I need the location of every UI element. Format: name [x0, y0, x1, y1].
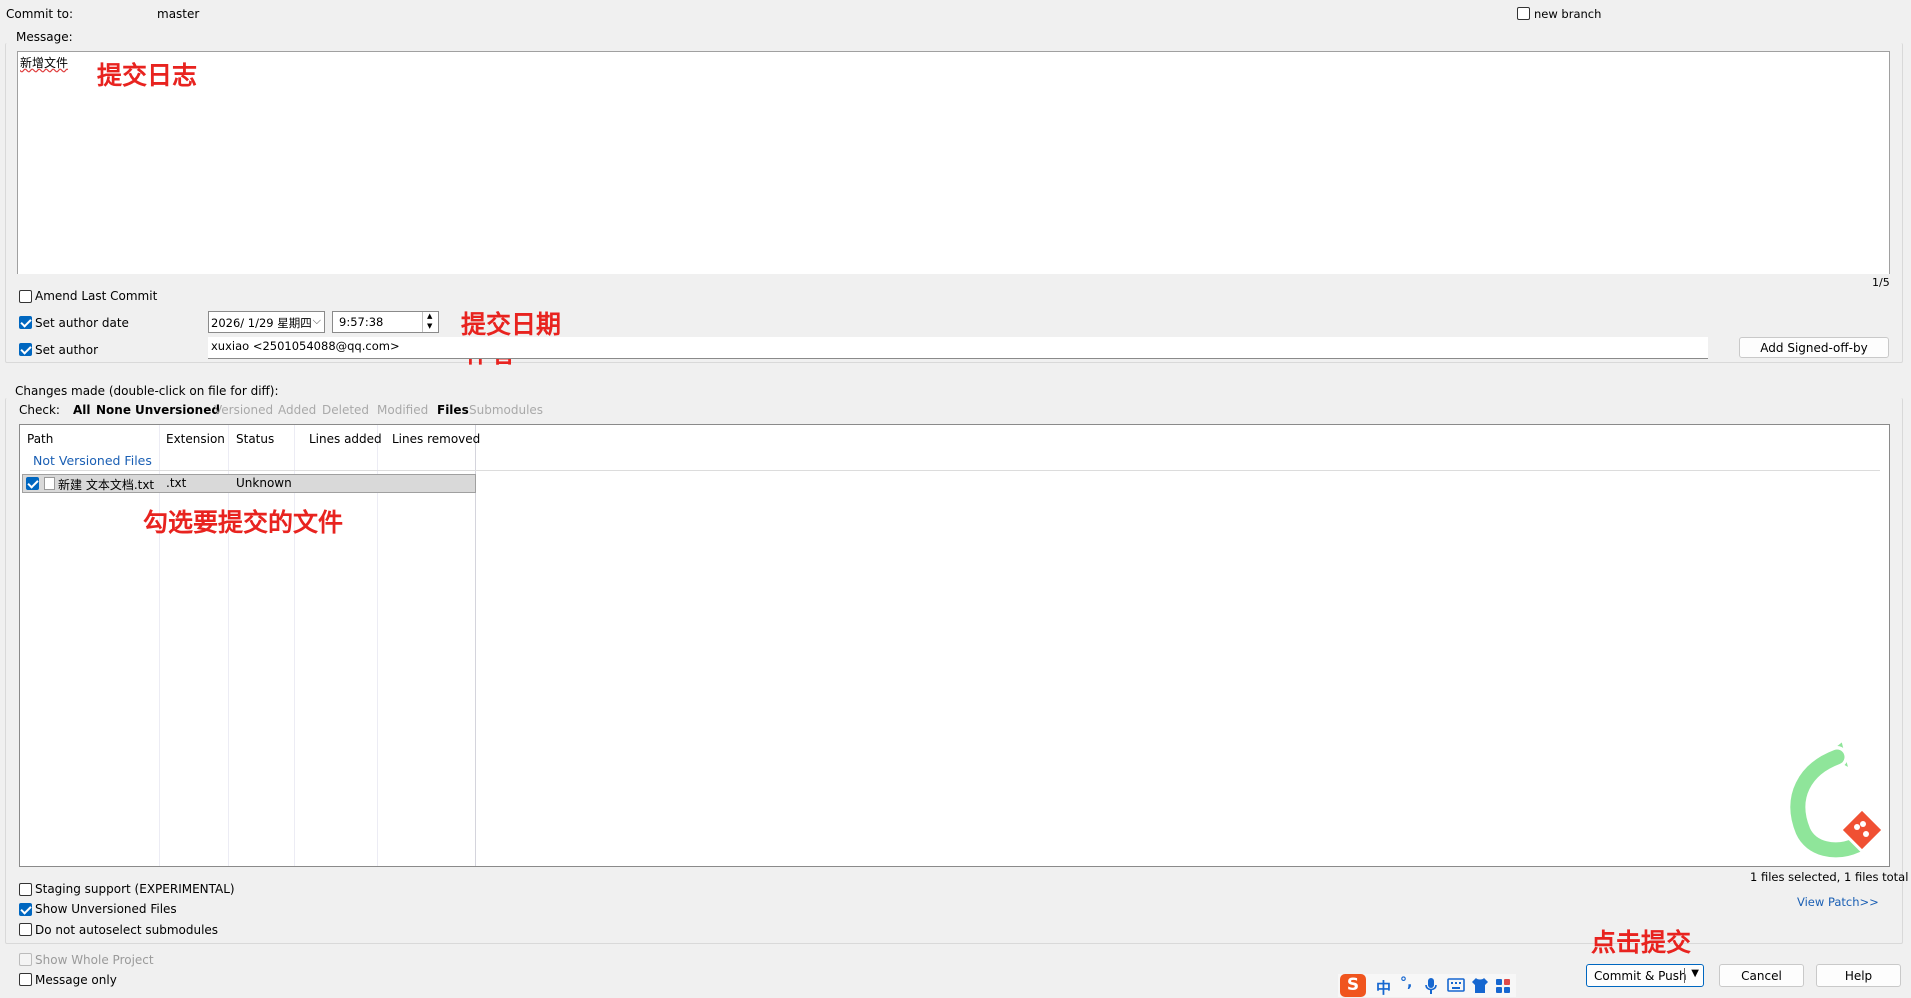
- spin-down-icon[interactable]: ▼: [427, 322, 432, 330]
- branch-name[interactable]: master: [157, 7, 199, 21]
- tortoisegit-logo-icon: [1786, 735, 1885, 861]
- staging-support-checkbox[interactable]: [19, 883, 32, 896]
- filter-submodules-link[interactable]: Submodules: [469, 403, 543, 417]
- filter-versioned-link[interactable]: Versioned: [214, 403, 273, 417]
- message-line-counter: 1/5: [1872, 276, 1890, 289]
- group-not-versioned-files[interactable]: Not Versioned Files: [33, 453, 152, 468]
- column-header-lines-added[interactable]: Lines added: [309, 432, 382, 446]
- keyboard-icon[interactable]: [1447, 978, 1465, 993]
- add-signed-off-by-button[interactable]: Add Signed-off-by: [1739, 337, 1889, 358]
- filter-files-link[interactable]: Files: [437, 403, 469, 417]
- staging-support-label: Staging support (EXPERIMENTAL): [35, 882, 235, 896]
- text-file-icon: [44, 477, 55, 490]
- file-path: 新建 文本文档.txt: [58, 478, 155, 492]
- commit-to-label: Commit to:: [6, 7, 74, 21]
- column-header-lines-removed[interactable]: Lines removed: [392, 432, 480, 446]
- skin-shirt-icon[interactable]: [1471, 977, 1489, 994]
- filter-added-link[interactable]: Added: [278, 403, 316, 417]
- time-spinner[interactable]: ▲ ▼: [422, 312, 438, 332]
- annotation-select-files: 勾选要提交的文件: [143, 508, 344, 537]
- message-only-label: Message only: [35, 973, 117, 987]
- author-time-input[interactable]: 9:57:38 ▲ ▼: [332, 311, 439, 333]
- selection-summary: 1 files selected, 1 files total: [1750, 870, 1909, 884]
- author-date-value: 2026/ 1/29 星期四: [211, 316, 312, 330]
- chevron-down-icon[interactable]: ⌵: [313, 314, 321, 328]
- new-branch-checkbox[interactable]: [1517, 7, 1530, 20]
- annotation-click-commit: 点击提交: [1591, 928, 1692, 957]
- show-unversioned-label: Show Unversioned Files: [35, 902, 177, 916]
- show-unversioned-checkbox[interactable]: [19, 903, 32, 916]
- set-author-label: Set author: [35, 343, 99, 357]
- annotation-commit-log: 提交日志: [97, 61, 198, 90]
- commit-message-text: 新增文件: [20, 56, 69, 70]
- column-header-extension[interactable]: Extension: [166, 432, 225, 446]
- filter-unversioned-link[interactable]: Unversioned: [135, 403, 220, 417]
- toolbox-icon[interactable]: [1495, 978, 1511, 994]
- view-patch-link[interactable]: View Patch>>: [1797, 895, 1879, 909]
- message-only-checkbox[interactable]: [19, 973, 32, 986]
- file-row-checkbox[interactable]: [26, 477, 39, 490]
- ime-punct-toggle[interactable]: °,: [1400, 975, 1412, 991]
- commit-message-input[interactable]: 新增文件: [17, 51, 1890, 274]
- filter-all-link[interactable]: All: [73, 403, 91, 417]
- set-author-date-label: Set author date: [35, 316, 129, 330]
- ime-mode-toggle[interactable]: 中: [1376, 977, 1391, 998]
- sogou-logo-icon[interactable]: S: [1340, 974, 1366, 997]
- amend-last-commit-label: Amend Last Commit: [35, 289, 158, 303]
- help-button[interactable]: Help: [1816, 964, 1901, 987]
- new-branch-label: new branch: [1534, 7, 1602, 21]
- table-row[interactable]: 新建 文本文档.txt .txt Unknown: [22, 474, 476, 493]
- message-label: Message:: [14, 30, 75, 44]
- set-author-checkbox[interactable]: [19, 343, 32, 356]
- filter-deleted-link[interactable]: Deleted: [322, 403, 369, 417]
- cancel-button[interactable]: Cancel: [1719, 964, 1804, 987]
- no-autoselect-submodules-checkbox[interactable]: [19, 923, 32, 936]
- commit-push-button[interactable]: Commit & Push ▼: [1586, 964, 1704, 987]
- show-whole-project-checkbox[interactable]: [19, 953, 32, 966]
- filter-none-link[interactable]: None: [96, 403, 131, 417]
- file-status: Unknown: [236, 476, 292, 490]
- show-whole-project-label: Show Whole Project: [35, 953, 154, 967]
- set-author-date-checkbox[interactable]: [19, 316, 32, 329]
- column-header-path[interactable]: Path: [27, 432, 53, 446]
- no-autoselect-submodules-label: Do not autoselect submodules: [35, 923, 219, 937]
- microphone-icon[interactable]: [1424, 977, 1438, 995]
- filter-modified-link[interactable]: Modified: [377, 403, 428, 417]
- amend-last-commit-checkbox[interactable]: [19, 290, 32, 303]
- author-time-value: 9:57:38: [339, 315, 384, 329]
- ime-toolbar[interactable]: S 中 °,: [1338, 974, 1516, 997]
- annotation-commit-date: 提交日期: [461, 310, 562, 339]
- commit-push-label: Commit & Push: [1594, 968, 1687, 983]
- author-date-picker[interactable]: 2026/ 1/29 星期四 ⌵: [208, 311, 325, 333]
- spin-up-icon[interactable]: ▲: [427, 312, 432, 320]
- file-extension: .txt: [166, 476, 187, 490]
- check-label: Check:: [19, 403, 60, 417]
- split-dropdown-icon[interactable]: ▼: [1691, 968, 1699, 979]
- column-header-status[interactable]: Status: [236, 432, 274, 446]
- author-value: xuxiao <2501054088@qq.com>: [211, 339, 400, 353]
- changes-label: Changes made (double-click on file for d…: [14, 384, 280, 398]
- author-input[interactable]: xuxiao <2501054088@qq.com>: [208, 337, 1708, 359]
- changes-file-list[interactable]: Path Extension Status Lines added Lines …: [19, 424, 1890, 867]
